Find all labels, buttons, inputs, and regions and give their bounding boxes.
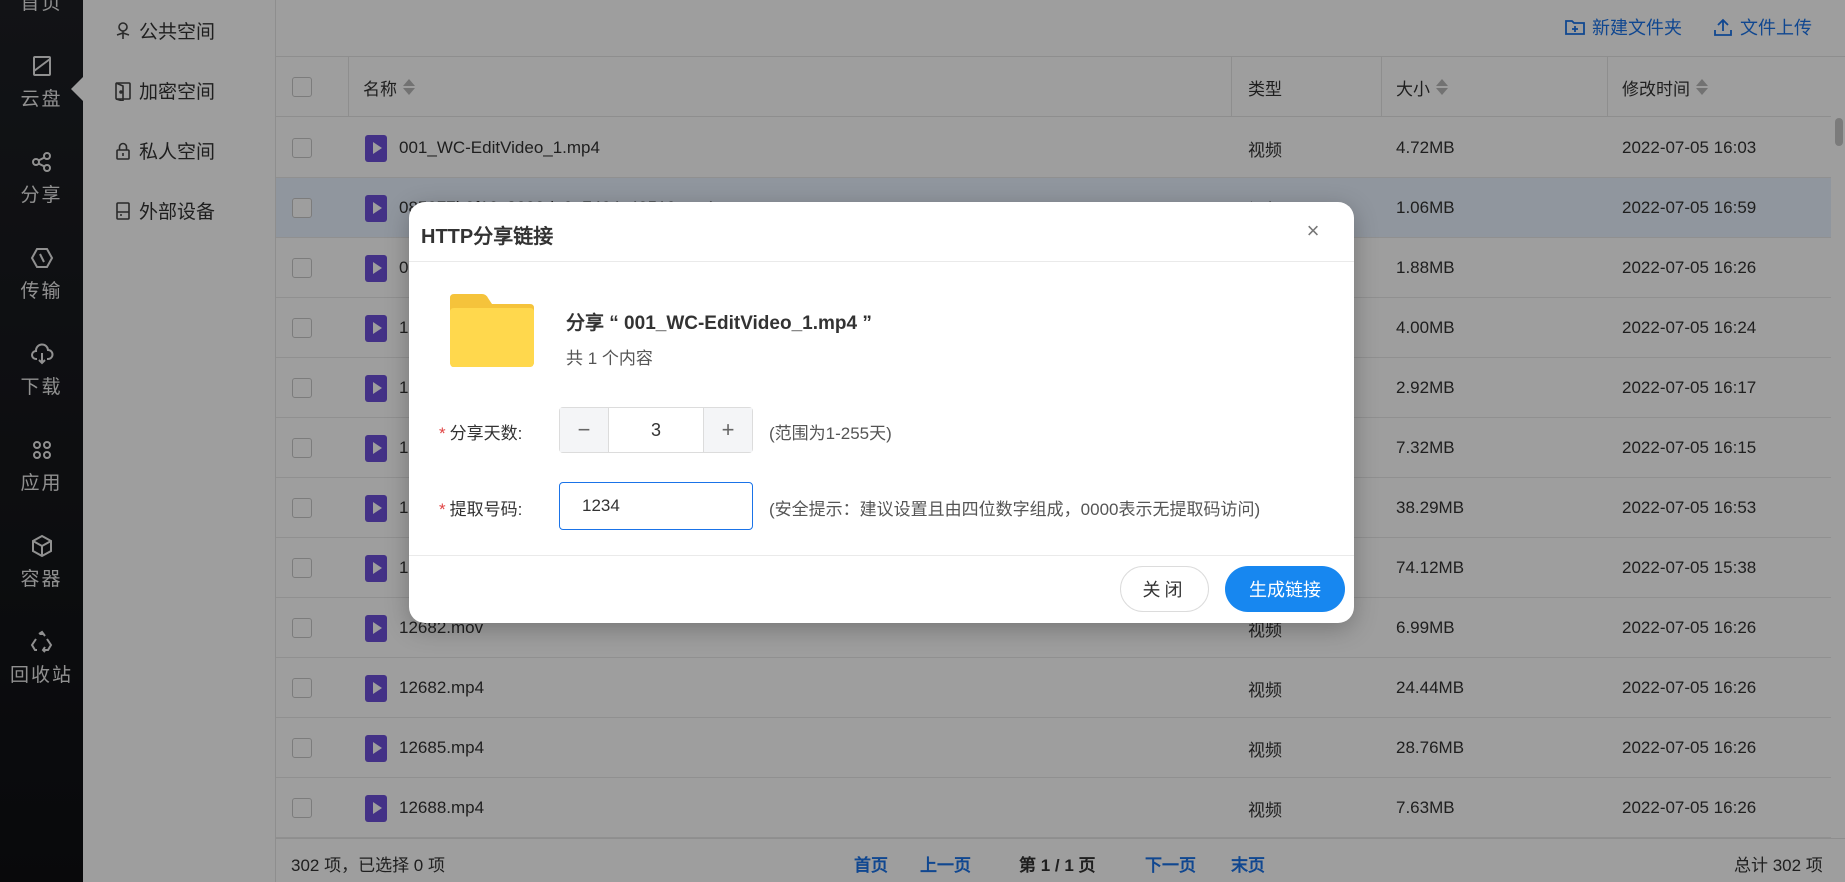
dialog-footer: 关闭 生成链接	[409, 555, 1354, 623]
share-days-value[interactable]: 3	[608, 408, 704, 452]
required-mark: *	[439, 500, 446, 519]
extract-code-label: * 提取号码:	[439, 495, 522, 520]
close-icon[interactable]: ×	[1302, 220, 1324, 242]
share-days-hint: (范围为1-255天)	[769, 424, 892, 443]
share-days-label-text: 分享天数:	[449, 424, 523, 443]
generate-link-button[interactable]: 生成链接	[1225, 566, 1345, 612]
extract-code-input[interactable]	[559, 482, 753, 530]
close-button[interactable]: 关闭	[1120, 566, 1209, 612]
decrement-button[interactable]: −	[560, 408, 608, 452]
folder-icon	[450, 294, 534, 367]
share-days-stepper: − 3 +	[559, 407, 753, 453]
dialog-title: HTTP分享链接	[421, 226, 554, 248]
extract-code-label-text: 提取号码:	[449, 500, 523, 519]
share-target-name: 分享 “ 001_WC-EditVideo_1.mp4 ”	[566, 313, 872, 334]
share-item-count: 共 1 个内容	[566, 349, 653, 368]
http-share-dialog: HTTP分享链接 × 分享 “ 001_WC-EditVideo_1.mp4 ”…	[409, 202, 1354, 623]
share-days-label: * 分享天数:	[439, 419, 522, 444]
dialog-header: HTTP分享链接 ×	[409, 202, 1354, 262]
required-mark: *	[439, 424, 446, 443]
extract-code-hint: (安全提示：建议设置且由四位数字组成，0000表示无提取码访问)	[769, 500, 1261, 519]
increment-button[interactable]: +	[704, 408, 752, 452]
